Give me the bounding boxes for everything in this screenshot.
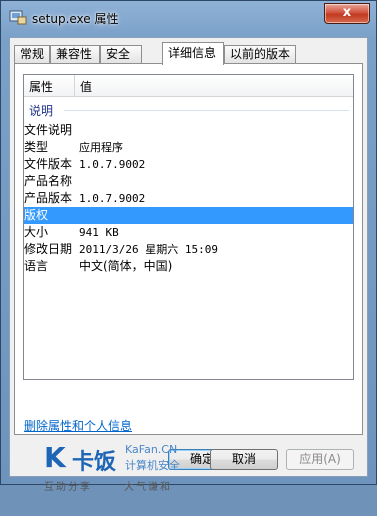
list-item[interactable]: 产品版本 1.0.7.9002	[24, 190, 353, 207]
property-value: 1.0.7.9002	[79, 192, 146, 205]
property-value: 中文(简体，中国)	[79, 259, 173, 273]
watermark-brand: 卡饭	[72, 450, 117, 475]
kafan-watermark: K 卡饭 KaFan.CN 计算机安全 互助分享 大气谦和	[36, 436, 186, 516]
setup-app-icon	[9, 10, 27, 25]
property-value: 2011/3/26 星期六 15:09	[79, 243, 218, 256]
property-value: 1.0.7.9002	[79, 158, 146, 171]
kafan-logo-icon: K	[44, 441, 66, 474]
list-header: 属性 值	[24, 75, 353, 97]
group-divider	[64, 110, 349, 111]
watermark-site: KaFan.CN	[125, 443, 178, 456]
list-item[interactable]: 大小 941 KB	[24, 224, 353, 241]
list-item[interactable]: 修改日期 2011/3/26 星期六 15:09	[24, 241, 353, 258]
tab-general[interactable]: 常规	[14, 45, 50, 63]
column-divider[interactable]	[74, 75, 75, 96]
tab-strip: 常规 兼容性 安全 详细信息 以前的版本	[14, 42, 364, 65]
tab-security[interactable]: 安全	[100, 45, 142, 63]
watermark-tag: 计算机安全	[125, 459, 180, 472]
properties-list[interactable]: 属性 值 说明 文件说明 类型 应用程序 文件版本 1.0.7.9002 产品名…	[23, 74, 354, 380]
list-item[interactable]: 文件说明	[24, 122, 353, 139]
list-item[interactable]: 类型 应用程序	[24, 139, 353, 156]
property-name: 类型	[24, 140, 49, 154]
column-header-value[interactable]: 值	[80, 78, 92, 95]
property-name: 产品名称	[24, 174, 73, 188]
watermark-slogan-left: 互助分享	[44, 482, 92, 493]
list-item[interactable]: 语言 中文(简体，中国)	[24, 258, 353, 275]
list-item[interactable]: 产品名称	[24, 173, 353, 190]
property-name: 大小	[24, 225, 49, 239]
watermark-slogan-right: 大气谦和	[124, 482, 172, 493]
apply-button[interactable]: 应用(A)	[286, 449, 354, 470]
details-panel: 属性 值 说明 文件说明 类型 应用程序 文件版本 1.0.7.9002 产品名…	[14, 63, 363, 435]
tab-previous-versions[interactable]: 以前的版本	[224, 45, 296, 63]
remove-properties-link[interactable]: 删除属性和个人信息	[24, 417, 132, 434]
property-value: 应用程序	[79, 141, 123, 154]
property-name: 产品版本	[24, 191, 73, 205]
dialog-client: 常规 兼容性 安全 详细信息 以前的版本 属性 值 说明 文件说明 类型 应用程…	[9, 37, 368, 493]
tab-details[interactable]: 详细信息	[162, 42, 224, 65]
properties-window: setup.exe 属性 x 常规 兼容性 安全 详细信息 以前的版本 属性 值…	[0, 0, 377, 493]
title-bar[interactable]: setup.exe 属性 x	[1, 1, 376, 35]
property-name: 文件说明	[24, 123, 73, 137]
column-header-property[interactable]: 属性	[29, 78, 53, 95]
property-name: 修改日期	[24, 242, 73, 256]
property-name: 文件版本	[24, 157, 73, 171]
window-title: setup.exe 属性	[32, 12, 119, 26]
list-item[interactable]: 文件版本 1.0.7.9002	[24, 156, 353, 173]
property-name: 版权	[24, 208, 49, 222]
tab-compatibility[interactable]: 兼容性	[50, 45, 100, 63]
close-button[interactable]: x	[324, 3, 370, 24]
close-icon: x	[342, 5, 352, 20]
property-value: 941 KB	[79, 226, 119, 239]
property-name: 语言	[24, 259, 49, 273]
group-label-description: 说明	[29, 104, 54, 118]
cancel-button[interactable]: 取消	[210, 449, 278, 470]
list-item-selected[interactable]: 版权	[24, 207, 353, 224]
